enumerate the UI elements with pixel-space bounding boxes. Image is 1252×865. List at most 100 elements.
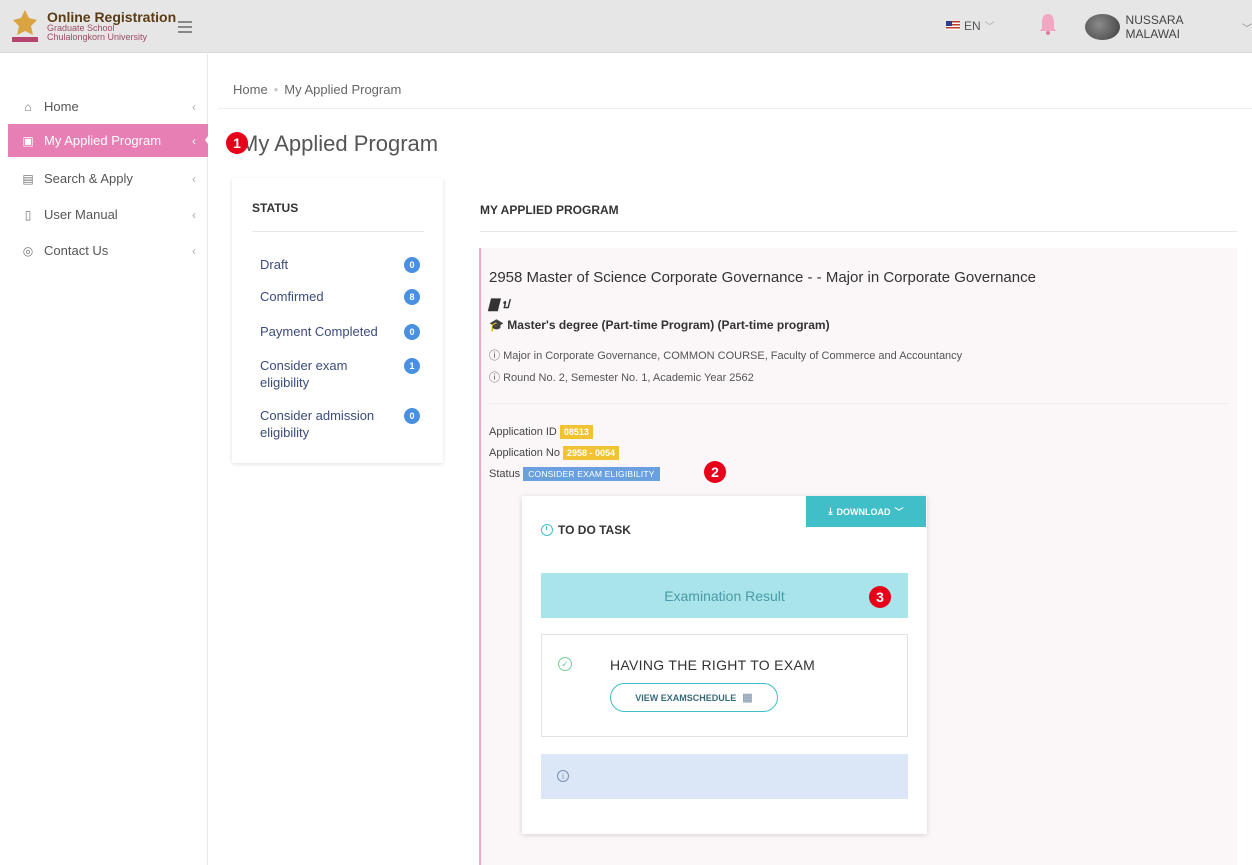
program-info-text: Round No. 2, Semester No. 1, Academic Ye… — [503, 372, 754, 384]
status-count-badge: 0 — [404, 257, 420, 273]
info-bar: i — [541, 754, 908, 799]
application-id-value: 08513 — [559, 425, 593, 439]
active-indicator — [205, 124, 217, 156]
logo[interactable]: Online Registration Graduate School Chul… — [10, 8, 176, 44]
status-row-consider-admission[interactable]: Consider admission eligibility 0 — [260, 407, 420, 441]
application-no-row: Application No 2958 - 0054 — [489, 446, 619, 460]
status-label: Status — [489, 468, 521, 480]
status-row-consider-exam[interactable]: Consider exam eligibility 1 — [260, 357, 420, 391]
breadcrumb-home[interactable]: Home — [233, 82, 268, 97]
home-icon: ⌂ — [24, 99, 32, 114]
sidebar-item-my-applied-program[interactable]: ▣ My Applied Program ‹ — [8, 124, 208, 157]
program-subline: ▇ ป — [489, 295, 509, 314]
program-info-text: Major in Corporate Governance, COMMON CO… — [503, 350, 963, 362]
book-icon: ▤ — [22, 171, 34, 186]
download-button[interactable]: ⤓ DOWNLOAD ﹀ — [806, 496, 926, 527]
chevron-left-icon: ‹ — [192, 99, 196, 114]
logo-subtitle-university: Chulalongkorn University — [47, 32, 148, 42]
program-subline-text: ป — [501, 297, 510, 311]
program-info-round: ⓘ Round No. 2, Semester No. 1, Academic … — [489, 369, 754, 385]
university-emblem-icon — [12, 10, 38, 42]
sidebar-item-label: Search & Apply — [44, 171, 133, 186]
program-info-major: ⓘ Major in Corporate Governance, COMMON … — [489, 347, 962, 363]
top-bar: Online Registration Graduate School Chul… — [0, 0, 1252, 53]
sidebar: ⌂ Home ‹ ▣ My Applied Program ‹ ▤ Search… — [0, 54, 208, 865]
status-title: STATUS — [252, 201, 299, 215]
program-degree: 🎓 Master's degree (Part-time Program) (P… — [489, 318, 830, 332]
exam-right-box: ✓ HAVING THE RIGHT TO EXAM VIEW EXAMSCHE… — [541, 634, 908, 737]
logo-title: Online Registration — [47, 9, 177, 25]
graduation-cap-icon: 🎓 — [489, 318, 504, 332]
sidebar-item-home[interactable]: ⌂ Home ‹ — [8, 90, 208, 123]
avatar — [1085, 14, 1120, 40]
status-row: Status CONSIDER EXAM ELIGIBILITY — [489, 467, 660, 481]
status-label: Draft — [260, 257, 289, 272]
language-selector[interactable]: EN ﹀ — [946, 18, 995, 33]
status-label: Payment Completed — [260, 324, 378, 339]
divider — [252, 231, 424, 232]
user-menu[interactable]: NUSSARA MALAWAI ﹀ — [1085, 13, 1252, 41]
notification-bell-icon[interactable] — [1038, 11, 1058, 37]
divider — [218, 108, 1252, 109]
todo-title: TO DO TASK — [541, 523, 631, 537]
status-count-badge: 8 — [404, 289, 420, 305]
divider — [489, 403, 1229, 404]
book-icon: ▇ — [489, 297, 499, 311]
status-count-badge: 0 — [404, 408, 420, 424]
chevron-left-icon: ‹ — [192, 133, 196, 148]
status-count-badge: 0 — [404, 324, 420, 340]
annotation-marker-3: 3 — [869, 586, 891, 608]
application-id-row: Application ID 08513 — [489, 425, 593, 439]
status-row-draft[interactable]: Draft 0 — [260, 256, 420, 273]
chevron-left-icon: ‹ — [192, 243, 196, 258]
download-icon: ⤓ — [828, 506, 833, 516]
user-name: NUSSARA MALAWAI — [1125, 13, 1183, 41]
sidebar-item-label: User Manual — [44, 207, 118, 222]
view-exam-schedule-label: VIEW EXAMSCHEDULE — [635, 692, 737, 703]
status-label: Consider exam eligibility — [260, 358, 348, 390]
program-degree-text: Master's degree (Part-time Program) (Par… — [507, 318, 830, 332]
download-label: DOWNLOAD — [836, 506, 891, 517]
annotation-marker-2: 2 — [704, 461, 726, 483]
sidebar-item-label: Home — [44, 99, 79, 114]
sidebar-item-label: Contact Us — [44, 243, 109, 258]
check-circle-icon: ✓ — [558, 657, 572, 671]
location-icon: ◎ — [22, 243, 34, 258]
status-badge: CONSIDER EXAM ELIGIBILITY — [523, 467, 660, 481]
chevron-down-icon: ﹀ — [984, 22, 995, 33]
status-row-confirmed[interactable]: Comfirmed 8 — [260, 288, 420, 305]
chevron-down-icon: ﹀ — [894, 507, 904, 517]
us-flag-icon — [946, 21, 960, 30]
status-card: STATUS Draft 0 Comfirmed 8 Payment Compl… — [232, 178, 443, 463]
sidebar-item-contact-us[interactable]: ◎ Contact Us ‹ — [8, 234, 208, 267]
program-title: 2958 Master of Science Corporate Governa… — [489, 269, 1036, 286]
application-no-label: Application No — [489, 447, 560, 459]
application-no-value: 2958 - 0054 — [562, 446, 619, 460]
chevron-down-icon: ﹀ — [1242, 23, 1252, 35]
breadcrumb: Home • My Applied Program — [233, 82, 402, 97]
sidebar-item-label: My Applied Program — [44, 133, 162, 148]
examination-result-bar[interactable]: Examination Result — [541, 573, 908, 618]
view-exam-schedule-button[interactable]: VIEW EXAMSCHEDULE ▦ — [610, 683, 778, 712]
sidebar-item-user-manual[interactable]: ▯ User Manual ‹ — [8, 198, 208, 231]
application-id-label: Application ID — [489, 426, 557, 438]
folder-icon: ▣ — [22, 133, 34, 148]
exam-right-title: HAVING THE RIGHT TO EXAM — [610, 657, 816, 673]
chevron-left-icon: ‹ — [192, 171, 196, 186]
status-row-payment-completed[interactable]: Payment Completed 0 — [260, 323, 420, 340]
divider — [480, 231, 1237, 232]
info-icon: ⓘ — [489, 350, 500, 362]
sidebar-item-search-apply[interactable]: ▤ Search & Apply ‹ — [8, 162, 208, 195]
breadcrumb-current: My Applied Program — [284, 82, 402, 97]
todo-task-card: ⤓ DOWNLOAD ﹀ TO DO TASK Examination Resu… — [522, 496, 927, 834]
status-count-badge: 1 — [404, 358, 420, 374]
annotation-marker-1: 1 — [226, 132, 248, 154]
menu-toggle-icon[interactable] — [178, 21, 192, 33]
todo-title-text: TO DO TASK — [558, 523, 631, 537]
chevron-left-icon: ‹ — [192, 207, 196, 222]
status-label: Consider admission eligibility — [260, 408, 375, 440]
clock-icon — [541, 524, 553, 536]
page-title: My Applied Program — [240, 131, 439, 156]
info-icon: i — [557, 770, 569, 782]
language-label: EN — [964, 18, 981, 33]
